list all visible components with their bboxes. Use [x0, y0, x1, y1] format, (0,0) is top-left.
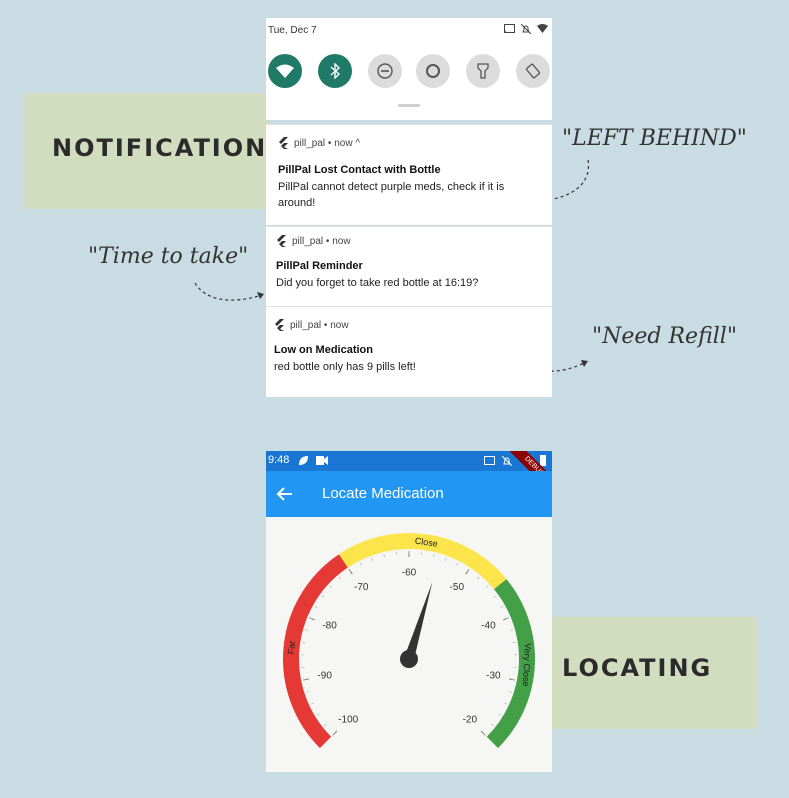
gauge-minor-tick — [445, 557, 447, 561]
gauge-minor-tick — [493, 595, 497, 598]
notification-body: Did you forget to take red bottle at 16:… — [276, 277, 479, 289]
gauge-range-label: Very Close — [521, 643, 533, 687]
notification-app-name: pill_pal • now — [290, 319, 349, 331]
gauge-minor-tick — [483, 733, 486, 736]
gauge-minor-tick — [304, 629, 309, 631]
mute-icon — [502, 456, 512, 466]
gauge-range-label: Far — [286, 640, 297, 654]
notification-app-name: pill_pal • now — [292, 235, 351, 247]
alexa-ring-icon — [426, 64, 440, 78]
wifi-toggle[interactable] — [268, 54, 302, 88]
notification-title: PillPal Reminder — [276, 260, 363, 272]
gauge-minor-tick — [383, 553, 385, 557]
camera-icon — [316, 456, 328, 465]
gauge-minor-tick — [508, 691, 512, 693]
bluetooth-icon — [330, 63, 341, 79]
page-title: Locate Medication — [322, 485, 444, 502]
gauge-minor-tick — [332, 733, 335, 736]
cast-icon — [504, 24, 515, 34]
notification-title: PillPal Lost Contact with Bottle — [278, 164, 441, 176]
gauge-minor-tick — [359, 562, 362, 566]
gauge-minor-tick — [433, 553, 435, 557]
dnd-toggle[interactable] — [368, 54, 402, 88]
gauge-minor-tick — [324, 723, 327, 727]
notification-app-row: pill_pal • now ^ — [278, 137, 360, 149]
shade-drag-handle[interactable] — [398, 104, 420, 107]
notification-low-medication[interactable]: pill_pal • now Low on Medication red bot… — [266, 306, 552, 397]
gauge-tick-label: -50 — [450, 582, 465, 593]
gauge-minor-tick — [310, 702, 314, 705]
flutter-icon — [279, 137, 288, 149]
flashlight-toggle[interactable] — [466, 54, 500, 88]
gauge-minor-tick — [314, 605, 318, 608]
proximity-gauge: FarCloseVery Close-100-90-80-70-60-50-40… — [283, 533, 535, 749]
notification-body: red bottle only has 9 pills left! — [274, 361, 416, 373]
alexa-toggle[interactable] — [416, 54, 450, 88]
gauge-minor-tick — [338, 576, 342, 580]
notification-reminder[interactable]: pill_pal • now PillPal Reminder Did you … — [266, 226, 552, 306]
gauge-minor-tick — [316, 713, 320, 716]
gauge-range-2 — [486, 579, 535, 749]
gauge-tick-label: -90 — [317, 670, 332, 681]
gauge-minor-tick — [504, 702, 508, 705]
do-not-disturb-icon — [377, 63, 393, 79]
gauge-minor-tick — [321, 595, 325, 598]
battery-icon — [540, 455, 546, 466]
gauge-range-1 — [339, 533, 507, 590]
gauge-minor-tick — [371, 557, 373, 561]
app-bar: Locate Medication — [266, 471, 552, 517]
gauge-minor-tick — [456, 562, 459, 566]
gauge-tick-label: -100 — [338, 714, 358, 725]
notification-app-row: pill_pal • now — [276, 235, 351, 247]
back-button[interactable] — [276, 483, 298, 505]
gauge-needle-hub — [400, 650, 418, 668]
gauge-tick-label: -20 — [463, 714, 478, 725]
flashlight-icon — [477, 63, 489, 79]
gauge-minor-tick — [509, 629, 514, 631]
notification-app-row: pill_pal • now — [274, 319, 349, 331]
flutter-icon — [277, 235, 286, 247]
auto-rotate-toggle[interactable] — [516, 54, 550, 88]
auto-rotate-icon — [525, 63, 541, 79]
mute-icon — [521, 24, 531, 34]
notification-lost-contact[interactable]: pill_pal • now ^ PillPal Lost Contact wi… — [266, 124, 552, 225]
leaf-icon — [299, 456, 308, 465]
gauge-tick-label: -60 — [402, 568, 417, 579]
gauge-minor-tick — [476, 576, 480, 580]
notification-app-name: pill_pal • now ^ — [294, 137, 361, 149]
gauge-minor-tick — [498, 713, 502, 716]
wifi-status-icon — [537, 24, 548, 33]
gauge-tick-label: -70 — [354, 582, 369, 593]
gauge-tick-label: -80 — [322, 621, 337, 632]
notification-body: PillPal cannot detect purple meds, check… — [278, 181, 505, 209]
gauge-needle — [404, 582, 433, 661]
shade-date: Tue, Dec 7 — [268, 25, 317, 36]
locate-medication-screen: 9:48 DEBUG Locate Medication Far Close Ver… — [266, 451, 552, 772]
back-arrow-icon — [276, 487, 292, 501]
gauge-minor-tick — [306, 691, 310, 693]
gauge-minor-tick — [485, 585, 489, 588]
bluetooth-toggle[interactable] — [318, 54, 352, 88]
quick-settings-shade: Tue, Dec 7 — [266, 18, 552, 120]
gauge-minor-tick — [500, 605, 504, 608]
status-time: 9:48 — [268, 454, 290, 466]
gauge-minor-tick — [329, 585, 333, 588]
cast-icon — [484, 456, 495, 465]
gauge-tick-label: -30 — [486, 670, 501, 681]
wifi-icon — [276, 64, 294, 78]
notification-title: Low on Medication — [274, 344, 373, 356]
gauge-tick-label: -40 — [481, 621, 496, 632]
flutter-icon — [275, 319, 284, 331]
status-bar: 9:48 — [266, 451, 552, 471]
shade-status-icons — [504, 24, 548, 34]
gauge-minor-tick — [491, 723, 494, 727]
